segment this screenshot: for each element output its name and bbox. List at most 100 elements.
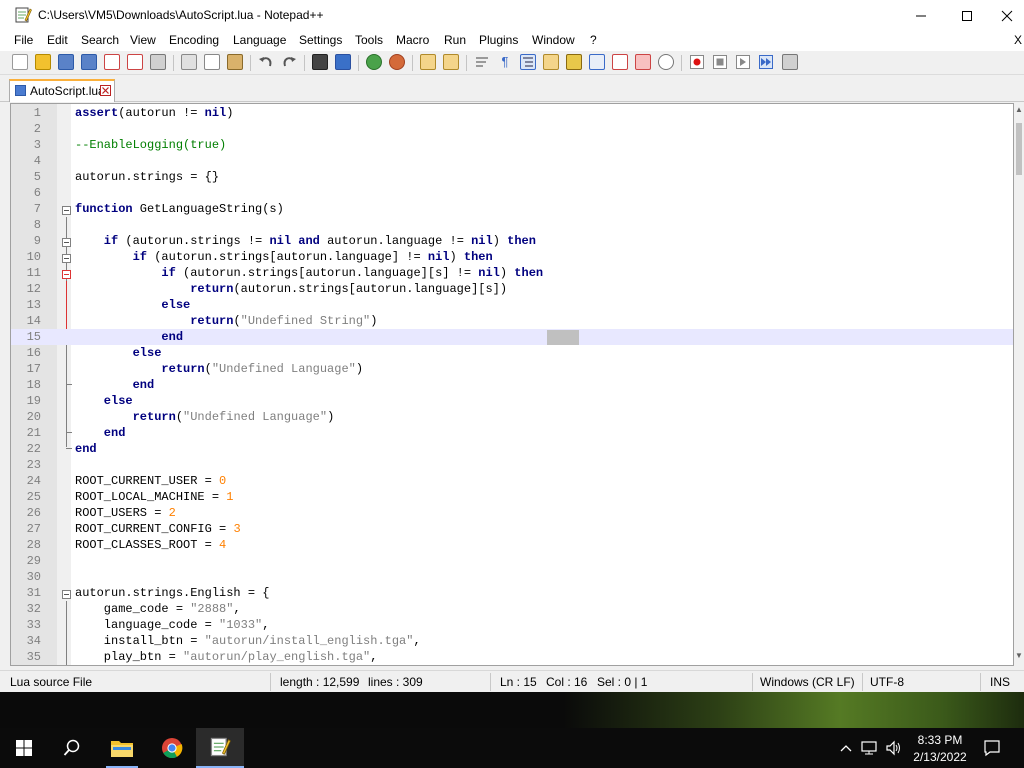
code-line[interactable]: 35 play_btn = "autorun/play_english.tga"… xyxy=(11,649,1013,665)
macro-record-button[interactable] xyxy=(690,55,704,69)
undo-icon[interactable] xyxy=(258,54,274,70)
close-button[interactable] xyxy=(990,0,1024,31)
code-line[interactable]: 19 else xyxy=(11,393,1013,409)
code-line[interactable]: 10 if (autorun.strings[autorun.language]… xyxy=(11,249,1013,265)
code-line[interactable]: 21 end xyxy=(11,425,1013,441)
code-line[interactable]: 16 else xyxy=(11,345,1013,361)
menu-encoding[interactable]: Encoding xyxy=(169,33,219,47)
save-icon[interactable] xyxy=(58,54,74,70)
copy-icon[interactable] xyxy=(204,54,220,70)
start-button[interactable] xyxy=(0,728,48,768)
code-line[interactable]: 12 return(autorun.strings[autorun.langua… xyxy=(11,281,1013,297)
macro-stop-button[interactable] xyxy=(713,55,727,69)
code-line[interactable]: 28 ROOT_CLASSES_ROOT = 4 xyxy=(11,537,1013,553)
tray-overflow-icon[interactable] xyxy=(836,738,856,758)
word-wrap-icon[interactable] xyxy=(474,54,490,70)
macro-play-button[interactable] xyxy=(736,55,750,69)
code-line[interactable]: 31 autorun.strings.English = { xyxy=(11,585,1013,601)
open-file-icon[interactable] xyxy=(35,54,51,70)
code-line[interactable]: 15 end xyxy=(11,329,1013,345)
code-line[interactable]: 24 ROOT_CURRENT_USER = 0 xyxy=(11,473,1013,489)
menu-search[interactable]: Search xyxy=(81,33,119,47)
print-icon[interactable] xyxy=(150,54,166,70)
macro-run-multiple-button[interactable] xyxy=(759,55,773,69)
menu-window[interactable]: Window xyxy=(532,33,575,47)
indent-guide-icon[interactable] xyxy=(520,54,536,70)
taskbar-chrome[interactable] xyxy=(148,728,196,768)
find-icon[interactable] xyxy=(312,54,328,70)
document-map-icon[interactable] xyxy=(566,54,582,70)
status-insert-mode[interactable]: INS xyxy=(990,675,1010,689)
replace-icon[interactable] xyxy=(335,54,351,70)
network-icon[interactable] xyxy=(860,738,880,758)
clock-date[interactable]: 2/13/2022 xyxy=(908,749,972,765)
close-file-icon[interactable] xyxy=(104,54,120,70)
menu-help[interactable]: ? xyxy=(590,33,597,47)
menu-edit[interactable]: Edit xyxy=(47,33,68,47)
tab-autoscript-lua[interactable]: AutoScript.lua xyxy=(9,79,115,102)
code-line[interactable]: 30 xyxy=(11,569,1013,585)
code-line[interactable]: 3 --EnableLogging(true) xyxy=(11,137,1013,153)
monitoring-icon[interactable] xyxy=(658,54,674,70)
sync-horizontal-icon[interactable] xyxy=(443,54,459,70)
paste-icon[interactable] xyxy=(227,54,243,70)
status-eol-format[interactable]: Windows (CR LF) xyxy=(760,675,855,689)
minimize-button[interactable] xyxy=(898,0,944,31)
status-encoding[interactable]: UTF-8 xyxy=(870,675,904,689)
cut-icon[interactable] xyxy=(181,54,197,70)
code-line[interactable]: 29 xyxy=(11,553,1013,569)
zoom-in-icon[interactable] xyxy=(366,54,382,70)
code-line[interactable]: 23 xyxy=(11,457,1013,473)
code-line[interactable]: 17 return("Undefined Language") xyxy=(11,361,1013,377)
folder-as-workspace-icon[interactable] xyxy=(635,54,651,70)
code-editor[interactable]: 1 assert(autorun != nil) 2 3 --EnableLogging… xyxy=(10,103,1014,666)
zoom-out-icon[interactable] xyxy=(389,54,405,70)
code-line[interactable]: 1 assert(autorun != nil) xyxy=(11,105,1013,121)
notifications-icon[interactable] xyxy=(982,738,1002,758)
menu-file[interactable]: File xyxy=(14,33,33,47)
code-line[interactable]: 22 end xyxy=(11,441,1013,457)
code-line[interactable]: 5 autorun.strings = {} xyxy=(11,169,1013,185)
code-line[interactable]: 13 else xyxy=(11,297,1013,313)
code-line[interactable]: 14 return("Undefined String") xyxy=(11,313,1013,329)
menu-plugins[interactable]: Plugins xyxy=(479,33,518,47)
code-line[interactable]: 26 ROOT_USERS = 2 xyxy=(11,505,1013,521)
code-line[interactable]: 20 return("Undefined Language") xyxy=(11,409,1013,425)
menu-settings[interactable]: Settings xyxy=(299,33,342,47)
menu-language[interactable]: Language xyxy=(233,33,286,47)
code-line[interactable]: 9 if (autorun.strings != nil and autorun… xyxy=(11,233,1013,249)
code-line[interactable]: 7 function GetLanguageString(s) xyxy=(11,201,1013,217)
code-line[interactable]: 4 xyxy=(11,153,1013,169)
title-bar[interactable]: C:\Users\VM5\Downloads\AutoScript.lua - … xyxy=(0,0,1024,31)
close-all-icon[interactable] xyxy=(127,54,143,70)
clock-time[interactable]: 8:33 PM xyxy=(908,732,972,748)
menu-tools[interactable]: Tools xyxy=(355,33,383,47)
redo-icon[interactable] xyxy=(281,54,297,70)
taskbar-file-explorer[interactable] xyxy=(98,728,146,768)
tab-close-icon[interactable] xyxy=(100,85,111,96)
search-button[interactable] xyxy=(48,728,96,768)
code-line[interactable]: 18 end xyxy=(11,377,1013,393)
code-line[interactable]: 25 ROOT_LOCAL_MACHINE = 1 xyxy=(11,489,1013,505)
macro-save-icon[interactable] xyxy=(782,54,798,70)
code-line[interactable]: 27 ROOT_CURRENT_CONFIG = 3 xyxy=(11,521,1013,537)
function-list-icon[interactable] xyxy=(612,54,628,70)
language-udl-icon[interactable] xyxy=(543,54,559,70)
code-line[interactable]: 2 xyxy=(11,121,1013,137)
save-all-icon[interactable] xyxy=(81,54,97,70)
scrollbar-thumb[interactable] xyxy=(1016,123,1022,175)
scroll-up-icon[interactable]: ▲ xyxy=(1015,105,1023,114)
vertical-scrollbar[interactable]: ▲ ▼ xyxy=(1014,103,1024,666)
code-line[interactable]: 6 xyxy=(11,185,1013,201)
scroll-down-icon[interactable]: ▼ xyxy=(1015,651,1023,660)
menu-view[interactable]: View xyxy=(130,33,156,47)
document-list-icon[interactable] xyxy=(589,54,605,70)
menu-close-document[interactable]: X xyxy=(1014,33,1022,47)
taskbar-notepadpp[interactable] xyxy=(196,728,244,768)
new-file-icon[interactable] xyxy=(12,54,28,70)
code-line[interactable]: 32 game_code = "2888", xyxy=(11,601,1013,617)
maximize-button[interactable] xyxy=(944,0,990,31)
menu-macro[interactable]: Macro xyxy=(396,33,429,47)
code-line[interactable]: 33 language_code = "1033", xyxy=(11,617,1013,633)
menu-run[interactable]: Run xyxy=(444,33,466,47)
